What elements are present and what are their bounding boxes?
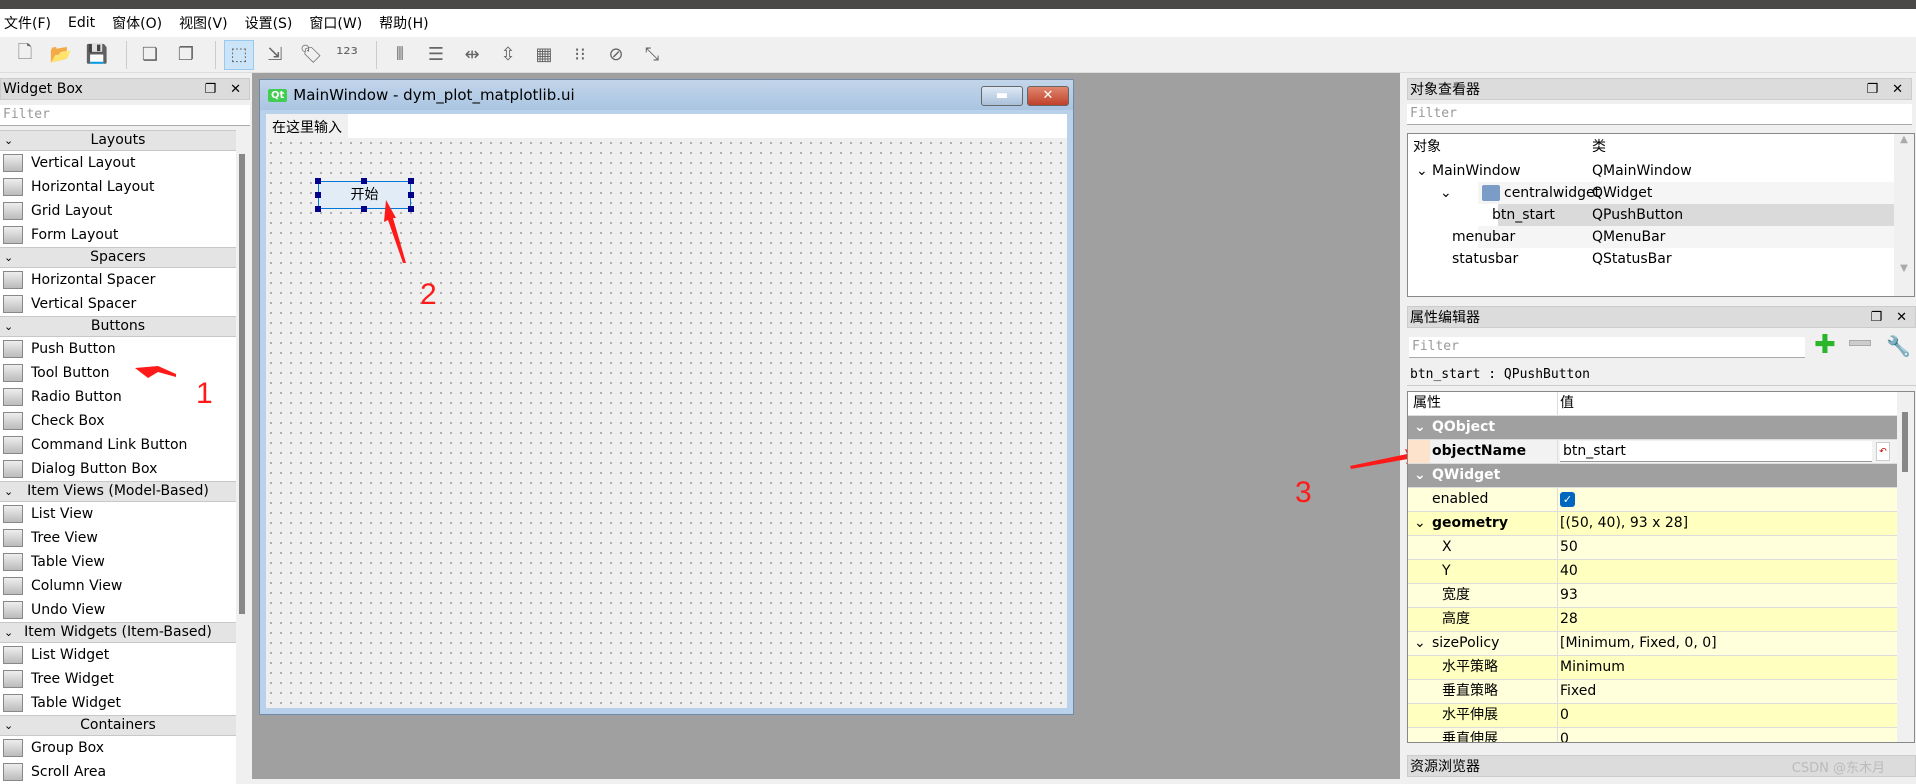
object-class: QStatusBar: [1592, 251, 1672, 267]
annotation-label-1: 1: [196, 377, 213, 410]
column-header-value: 值: [1560, 395, 1574, 411]
property-name: QWidget: [1432, 467, 1501, 483]
object-class: QMainWindow: [1592, 163, 1692, 179]
property-value: 0: [1560, 707, 1569, 723]
property-value: [Minimum, Fixed, 0, 0]: [1560, 635, 1717, 651]
property-value: 0: [1560, 731, 1569, 743]
annotation-arrow-1: [135, 366, 176, 378]
object-inspector-title: 对象查看器: [1410, 82, 1480, 98]
object-class: QPushButton: [1592, 207, 1684, 223]
reset-property-icon[interactable]: ↶: [1876, 442, 1890, 461]
object-name-input[interactable]: btn_start: [1560, 441, 1872, 462]
tree-row[interactable]: [1498, 204, 1894, 226]
property-value: [(50, 40), 93 x 28]: [1560, 515, 1689, 531]
property-table-header: 属性 值: [1408, 392, 1898, 416]
object-class: QWidget: [1592, 185, 1653, 201]
chevron-down-icon[interactable]: ⌄: [1416, 160, 1428, 182]
property-scrollbar[interactable]: [1897, 392, 1914, 742]
configure-wrench-icon[interactable]: 🔧: [1886, 334, 1911, 358]
property-table: 属性 值 QObject ⌄ objectName btn_start ↶ QWidget…: [1407, 391, 1915, 743]
property-row-水平伸展[interactable]: 水平伸展 0: [1408, 704, 1898, 728]
right-dock: 对象查看器 ❐ ✕ Filter 对象 类 ⌄ MainWindow QMainWin…: [1403, 78, 1916, 779]
chevron-down-icon[interactable]: ⌄: [1414, 416, 1426, 439]
property-value: Minimum: [1560, 659, 1625, 675]
object-name: btn_start: [1492, 207, 1555, 223]
property-filter-input[interactable]: Filter: [1409, 337, 1805, 358]
tree-row[interactable]: [1478, 226, 1894, 248]
float-icon[interactable]: ❐: [1866, 82, 1878, 97]
object-tree: 对象 类 ⌄ MainWindow QMainWindow ⌄ centralwidge…: [1407, 133, 1915, 297]
object-name: statusbar: [1452, 251, 1519, 267]
property-editor-title: 属性编辑器: [1410, 310, 1480, 326]
property-row-geometry[interactable]: geometry ⌄ [(50, 40), 93 x 28]: [1408, 512, 1898, 536]
property-value: 28: [1560, 611, 1578, 627]
property-row-水平策略[interactable]: 水平策略 Minimum: [1408, 656, 1898, 680]
watermark: CSDN @东木月: [1791, 760, 1885, 776]
column-header-property: 属性: [1408, 392, 1558, 415]
property-name: 垂直策略: [1408, 680, 1558, 703]
chevron-down-icon[interactable]: ⌄: [1414, 632, 1426, 655]
chevron-down-icon[interactable]: ⌄: [1440, 182, 1452, 204]
annotation-arrow-2: [384, 200, 406, 263]
property-name: 垂直伸展: [1408, 728, 1558, 742]
close-icon[interactable]: ✕: [1892, 82, 1903, 97]
property-name: 水平伸展: [1408, 704, 1558, 727]
property-value: 40: [1560, 563, 1578, 579]
tree-scrollbar[interactable]: ▲ ▼: [1894, 134, 1914, 296]
property-name: 宽度: [1408, 584, 1558, 607]
property-name: X: [1408, 536, 1558, 559]
close-icon[interactable]: ✕: [1896, 310, 1907, 325]
chevron-down-icon[interactable]: ⌄: [1414, 512, 1426, 535]
property-row-宽度[interactable]: 宽度 93: [1408, 584, 1898, 608]
property-row-QObject[interactable]: QObject ⌄: [1408, 416, 1898, 440]
resource-browser-title: 资源浏览器: [1410, 759, 1480, 775]
property-name: 水平策略: [1408, 656, 1558, 679]
property-name: 高度: [1408, 608, 1558, 631]
resource-browser-header: 资源浏览器 CSDN @东木月: [1407, 755, 1916, 777]
property-name: sizePolicy: [1408, 632, 1558, 655]
property-name: Y: [1408, 560, 1558, 583]
object-filter-input[interactable]: Filter: [1407, 104, 1912, 125]
property-value: Fixed: [1560, 683, 1597, 699]
property-row-enabled[interactable]: enabled ✓: [1408, 488, 1898, 512]
property-row-objectName[interactable]: objectName btn_start ↶: [1408, 440, 1898, 464]
chevron-down-icon[interactable]: ⌄: [1414, 464, 1426, 487]
property-row-X[interactable]: X 50: [1408, 536, 1898, 560]
property-row-垂直策略[interactable]: 垂直策略 Fixed: [1408, 680, 1898, 704]
property-name: QObject: [1432, 419, 1496, 435]
property-name: enabled: [1408, 488, 1558, 511]
property-editor-header: 属性编辑器 ❐ ✕: [1407, 306, 1916, 328]
property-value: 93: [1560, 587, 1578, 603]
column-header-object: 对象: [1413, 139, 1441, 155]
property-row-QWidget[interactable]: QWidget ⌄: [1408, 464, 1898, 488]
object-name: menubar: [1452, 229, 1516, 245]
object-class: QMenuBar: [1592, 229, 1666, 245]
annotation-label-2: 2: [420, 278, 437, 311]
object-name: centralwidget: [1504, 185, 1601, 201]
annotation-label-3: 3: [1295, 476, 1312, 509]
property-row-Y[interactable]: Y 40: [1408, 560, 1898, 584]
property-row-高度[interactable]: 高度 28: [1408, 608, 1898, 632]
property-row-sizePolicy[interactable]: sizePolicy ⌄ [Minimum, Fixed, 0, 0]: [1408, 632, 1898, 656]
object-inspector-header: 对象查看器 ❐ ✕: [1407, 78, 1912, 100]
property-value: 50: [1560, 539, 1578, 555]
layout-broken-icon: [1482, 185, 1500, 201]
object-name: MainWindow: [1432, 163, 1521, 179]
add-dynamic-property-icon[interactable]: ✚: [1814, 332, 1836, 358]
enabled-checkbox[interactable]: ✓: [1560, 492, 1575, 507]
tree-row[interactable]: [1478, 248, 1894, 270]
property-name: objectName: [1408, 440, 1558, 463]
property-row-垂直伸展[interactable]: 垂直伸展 0: [1408, 728, 1898, 743]
property-name: geometry: [1408, 512, 1558, 535]
selected-object-label: btn_start : QPushButton: [1407, 366, 1916, 386]
column-header-class: 类: [1592, 139, 1606, 155]
remove-property-icon[interactable]: [1849, 340, 1871, 346]
float-icon[interactable]: ❐: [1870, 310, 1882, 325]
